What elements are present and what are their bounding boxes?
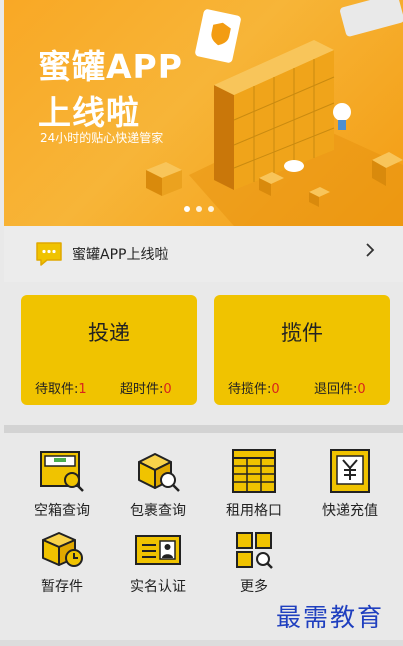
- grid-label: 实名认证: [130, 579, 186, 595]
- yuan-recharge-icon: [330, 449, 370, 493]
- more-grid-icon: [236, 532, 273, 569]
- collection-card[interactable]: 揽件 待揽件:0 退回件:0: [214, 295, 390, 405]
- empty-box-search-icon: [40, 451, 84, 492]
- returned-stat: 退回件:0: [314, 378, 366, 397]
- grid-label: 快递充值: [322, 503, 378, 519]
- grid-item-id-verify[interactable]: 实名认证: [113, 530, 203, 596]
- banner-subtitle: 24小时的贴心快递管家: [40, 131, 164, 145]
- message-icon: [36, 242, 62, 266]
- pending-collect-count: 0: [271, 382, 280, 397]
- returned-count: 0: [357, 382, 366, 397]
- promo-banner[interactable]: 蜜罐APP 上线啦 24小时的贴心快递管家: [4, 0, 403, 226]
- grid-item-empty-box-search[interactable]: 空箱查询: [17, 448, 107, 520]
- grid-label: 包裹查询: [130, 503, 186, 519]
- grid-item-more[interactable]: 更多: [209, 530, 299, 596]
- overdue-label: 超时件:: [120, 382, 164, 397]
- grid-label: 更多: [240, 579, 268, 595]
- grid-label: 租用格口: [226, 503, 282, 519]
- pending-pickup-stat: 待取件:1: [35, 378, 87, 397]
- banner-title-line2: 上线啦: [38, 93, 140, 132]
- carousel-dot-3[interactable]: [208, 206, 214, 212]
- grid-item-recharge[interactable]: 快递充值: [305, 448, 395, 520]
- notice-bar[interactable]: 蜜罐APP上线啦: [4, 226, 403, 282]
- carousel-indicator[interactable]: [184, 206, 214, 212]
- delivery-card[interactable]: 投递 待取件:1 超时件:0: [21, 295, 197, 405]
- pending-collect-stat: 待揽件:0: [228, 378, 280, 397]
- parcel-search-icon: [138, 453, 180, 492]
- id-card-icon: [135, 535, 181, 565]
- grid-item-temporary-storage[interactable]: 暂存件: [17, 530, 107, 596]
- locker-rent-icon: [232, 449, 276, 493]
- section-divider: [4, 425, 403, 433]
- chevron-right-icon[interactable]: [365, 242, 375, 263]
- watermark-text: 最需教育: [276, 603, 385, 632]
- overdue-count: 0: [163, 382, 172, 397]
- pending-pickup-label: 待取件:: [35, 382, 79, 397]
- grid-item-parcel-search[interactable]: 包裹查询: [113, 448, 203, 520]
- delivery-title: 投递: [88, 321, 130, 345]
- carousel-dot-2[interactable]: [196, 206, 202, 212]
- grid-label: 暂存件: [41, 579, 83, 595]
- overdue-stat: 超时件:0: [120, 378, 172, 397]
- banner-title: 蜜罐APP: [38, 47, 183, 86]
- pending-pickup-count: 1: [78, 382, 87, 397]
- grid-label: 空箱查询: [34, 503, 90, 519]
- grid-item-locker-rent[interactable]: 租用格口: [209, 448, 299, 520]
- pending-collect-label: 待揽件:: [228, 382, 272, 397]
- temporary-storage-icon: [42, 532, 83, 567]
- returned-label: 退回件:: [314, 382, 358, 397]
- carousel-dot-1[interactable]: [184, 206, 190, 212]
- bottom-strip: [0, 640, 403, 646]
- notice-text: 蜜罐APP上线啦: [72, 247, 169, 263]
- collection-title: 揽件: [281, 321, 323, 345]
